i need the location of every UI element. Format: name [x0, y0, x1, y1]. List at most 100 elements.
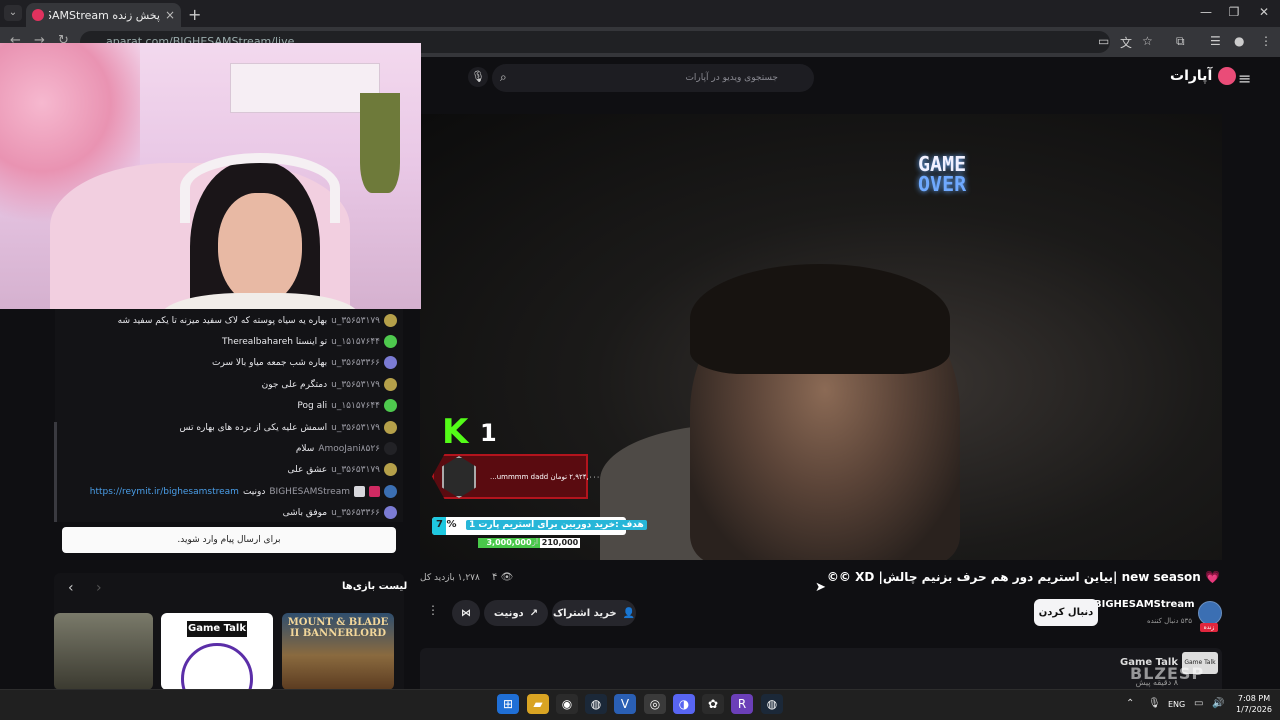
share-button[interactable]: ⋈ [452, 600, 480, 626]
user-icon: 👤 [622, 607, 636, 619]
hamburger-menu-icon[interactable]: ≡ [1238, 69, 1251, 88]
file-explorer-icon[interactable]: ▰ [527, 694, 549, 714]
translate-icon[interactable]: 文 [1120, 34, 1132, 51]
logo-text: آپارات [1170, 68, 1213, 84]
chat-message: u_۳۵۶۵۳۳۶۶ موفق باشی [283, 506, 397, 519]
chat-message: u_۳۵۶۵۳۱۷۹ بهاره یه سیاه پوسته که لاک سفی… [118, 314, 397, 327]
chat-avatar[interactable] [384, 378, 397, 391]
chat-message: u_۱۵۱۵۷۶۴۴ تو اینستا Therealbahareh [222, 335, 397, 348]
profile-avatar[interactable]: ● [1234, 34, 1244, 48]
volume-icon[interactable]: 🔊 [1212, 698, 1224, 709]
chat-username[interactable]: u_۳۵۶۵۳۳۶۶ [331, 358, 380, 368]
chat-username[interactable]: AmooJani۸۵۲۶ [318, 444, 380, 454]
goal-text: هدف :خرید دوربین برای استریم پارت 1 [466, 520, 647, 530]
minimize-button[interactable]: — [1196, 5, 1216, 19]
chat-avatar[interactable] [384, 463, 397, 476]
chat-avatar[interactable] [384, 356, 397, 369]
games-list-title: لیست بازی‌ها [342, 581, 408, 592]
chat-message: u_۳۵۶۵۳۱۷۹ اسمش علیه یکی از برده های بهار… [179, 421, 397, 434]
reading-list-icon[interactable]: ☰ [1210, 34, 1221, 48]
chat-message: AmooJani۸۵۲۶ سلام [296, 442, 397, 455]
donate-button[interactable]: ↗ دونیت [484, 600, 548, 626]
restore-button[interactable]: ❐ [1224, 5, 1244, 19]
color-app-icon[interactable]: ✿ [702, 694, 724, 714]
system-clock[interactable]: 7:08 PM 1/7/2026 [1232, 693, 1276, 715]
chat-avatar[interactable] [384, 421, 397, 434]
kick-viewer-count: 1 [480, 419, 497, 447]
chat-scrollbar[interactable] [54, 422, 57, 522]
bookmark-star-icon[interactable]: ☆ [1142, 34, 1153, 48]
chat-message: u_۱۵۱۵۷۶۴۴ Pog ali [297, 399, 397, 412]
chat-username[interactable]: u_۱۵۱۵۷۶۴۴ [331, 401, 380, 411]
steam-icon[interactable]: ◍ [585, 694, 607, 714]
game-card[interactable] [54, 613, 153, 690]
game-over-neon-sign: GAME OVER [918, 154, 966, 194]
chrome-icon[interactable]: ◉ [556, 694, 578, 714]
chat-avatar[interactable] [384, 335, 397, 348]
chat-link[interactable]: https://reymit.ir/bighesamstream [90, 487, 239, 497]
chat-avatar[interactable] [384, 399, 397, 412]
aparat-logo[interactable]: آپارات [1170, 67, 1237, 85]
chat-username[interactable]: u_۳۵۶۵۳۱۷۹ [331, 380, 380, 390]
chat-username[interactable]: u_۳۵۶۵۳۱۷۹ [331, 465, 380, 475]
live-chat-panel: u_۳۵۶۵۳۱۷۹ بهاره یه سیاه پوسته که لاک سفی… [55, 309, 403, 522]
app-v-icon[interactable]: V [614, 694, 636, 714]
subscribe-button[interactable]: 👤 خرید اشتراک [552, 600, 636, 626]
headphones [180, 153, 340, 223]
games-next-arrow-icon[interactable]: › [96, 580, 102, 596]
discord-icon[interactable]: ◑ [673, 694, 695, 714]
aparat-favicon-icon [32, 9, 44, 21]
follow-button[interactable]: دنبال کردن [1034, 599, 1098, 626]
chat-input[interactable]: برای ارسال پیام وارد شوید. [62, 527, 396, 553]
game-over-line1: GAME [918, 152, 967, 176]
game-card[interactable]: Game Talk [161, 613, 273, 690]
obs-icon[interactable]: ◎ [644, 694, 666, 714]
app-r-icon[interactable]: R [731, 694, 753, 714]
chat-username[interactable]: u_۱۵۱۵۷۶۴۴ [331, 337, 380, 347]
chat-avatar[interactable] [384, 442, 397, 455]
chat-message: u_۳۵۶۵۳۱۷۹ عشق علی [287, 463, 397, 476]
games-prev-arrow-icon[interactable]: ‹ [68, 580, 74, 596]
video-title-text: new season |بیاین استریم دور هم حرف بزنی… [826, 570, 1201, 584]
network-icon[interactable]: ▭ [1194, 698, 1203, 709]
mic-icon[interactable]: 🎙 [468, 67, 488, 87]
view-count: ۱,۲۷۸ بازدید کل [420, 573, 480, 583]
extensions-icon[interactable]: ⧉ [1176, 34, 1185, 49]
close-window-button[interactable]: ✕ [1254, 5, 1274, 19]
channel-avatar[interactable] [1198, 601, 1222, 625]
kick-logo-icon: K [442, 412, 469, 452]
chat-avatar[interactable] [384, 314, 397, 327]
start-menu-icon[interactable]: ⊞ [497, 694, 519, 714]
chat-username[interactable]: u_۳۵۶۵۳۱۷۹ [331, 316, 380, 326]
eye-icon: 👁 [500, 572, 514, 583]
more-options-button[interactable]: ⋮ [424, 603, 442, 623]
webcam-overlay-window[interactable] [0, 43, 421, 309]
steam-2-icon[interactable]: ◍ [761, 694, 783, 714]
tab-title: پخش زنده BIGHESAMStream [49, 8, 160, 22]
chat-username[interactable]: u_۳۵۶۵۳۳۶۶ [331, 508, 380, 518]
game-over-line2: OVER [918, 172, 967, 196]
mod-badge-icon [354, 486, 365, 497]
search-input[interactable]: جستجوی ویدیو در آپارات [492, 64, 814, 92]
language-indicator[interactable]: ENG [1168, 700, 1185, 709]
chat-username[interactable]: BIGHESAMStream [269, 487, 350, 497]
browser-menu-icon[interactable]: ⋮ [1260, 34, 1272, 48]
cast-icon[interactable]: ▭ [1098, 34, 1109, 48]
chat-username[interactable]: u_۳۵۶۵۳۱۷۹ [331, 423, 380, 433]
donate-label: دونیت [493, 607, 524, 619]
video-player[interactable]: GAME OVER K 1 ۲,۹۲۴,۰۰۰ تومان ummmm dadd… [420, 114, 1222, 560]
browser-tab[interactable]: پخش زنده BIGHESAMStream × [26, 3, 181, 27]
search-icon[interactable]: ⌕ [500, 70, 507, 85]
tray-overflow-icon[interactable]: ⌃ [1126, 698, 1134, 709]
chat-message: BIGHESAMStream دونیت https://reymit.ir/big… [90, 485, 397, 498]
new-tab-button[interactable]: + [188, 5, 201, 24]
chat-text: بهاره یه سیاه پوسته که لاک سفید میزنه تا… [117, 315, 328, 326]
tab-list-button[interactable]: ⌄ [4, 5, 22, 21]
chat-avatar[interactable] [384, 506, 397, 519]
chat-avatar[interactable] [384, 485, 397, 498]
game-card[interactable]: MOUNT & BLADE II BANNERLORD [282, 613, 394, 690]
game-talk-logo-icon [181, 643, 253, 690]
channel-name[interactable]: BIGHESAMStream [1094, 599, 1195, 610]
tab-close-icon[interactable]: × [165, 8, 175, 22]
tray-mic-icon[interactable]: 🎙 [1148, 698, 1161, 709]
